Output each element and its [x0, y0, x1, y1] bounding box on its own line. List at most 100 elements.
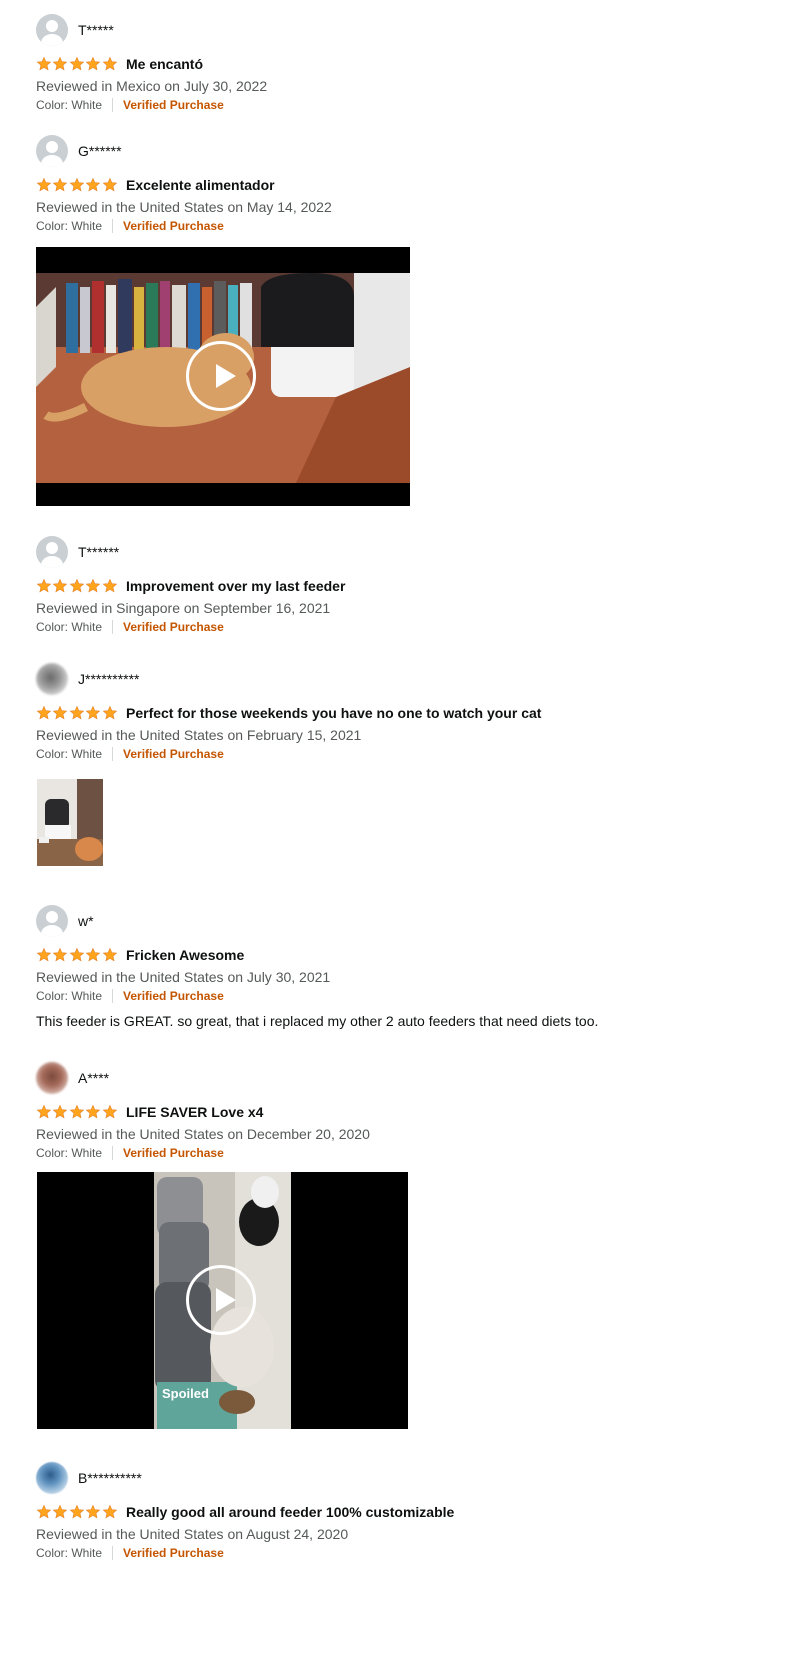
- review-date: Reviewed in the United States on Decembe…: [36, 1126, 370, 1142]
- star-icon: [36, 705, 52, 720]
- star-icon: [102, 1504, 117, 1519]
- divider: [112, 219, 114, 233]
- star-icon: [69, 705, 85, 720]
- review-body: This feeder is GREAT. so great, that i r…: [36, 1013, 599, 1029]
- verified-purchase-badge[interactable]: Verified Purchase: [123, 1546, 224, 1560]
- play-icon[interactable]: [186, 341, 256, 411]
- star-icon: [85, 578, 101, 593]
- verified-purchase-badge[interactable]: Verified Purchase: [123, 1146, 224, 1160]
- reviewer-name[interactable]: B**********: [78, 1470, 142, 1486]
- star-icon: [53, 947, 68, 962]
- star-icon: [102, 578, 117, 593]
- review-date: Reviewed in the United States on Februar…: [36, 727, 362, 743]
- star-icon: [69, 1104, 85, 1119]
- review-video-thumbnail[interactable]: [36, 247, 410, 506]
- star-icon: [36, 56, 52, 71]
- star-icon: [102, 947, 117, 962]
- star-icon: [85, 1104, 101, 1119]
- review-title[interactable]: LIFE SAVER Love x4: [126, 1104, 263, 1120]
- color-variant[interactable]: Color: White: [36, 620, 102, 634]
- video-caption: Spoiled: [162, 1386, 209, 1401]
- star-icon: [85, 56, 101, 71]
- play-icon[interactable]: [186, 1265, 256, 1335]
- review-date: Reviewed in the United States on August …: [36, 1526, 349, 1542]
- star-icon: [102, 56, 117, 71]
- color-variant[interactable]: Color: White: [36, 219, 102, 233]
- review-5: w* Fricken Awesome Reviewed in the Unite…: [36, 905, 776, 1029]
- divider: [112, 1146, 114, 1160]
- reviewer-name[interactable]: A****: [78, 1070, 109, 1086]
- color-variant[interactable]: Color: White: [36, 1146, 102, 1160]
- reviewer-name[interactable]: T*****: [78, 22, 114, 38]
- star-icon: [69, 56, 85, 71]
- star-icon: [36, 1504, 52, 1519]
- reviewer-name[interactable]: w*: [78, 913, 94, 929]
- star-icon: [36, 578, 52, 593]
- star-icon: [102, 705, 117, 720]
- avatar: [36, 905, 68, 937]
- review-6: A**** LIFE SAVER Love x4 Reviewed in the…: [36, 1062, 776, 1160]
- divider: [112, 989, 114, 1003]
- review-title[interactable]: Me encantó: [126, 56, 203, 72]
- verified-purchase-badge[interactable]: Verified Purchase: [123, 620, 224, 634]
- verified-purchase-badge[interactable]: Verified Purchase: [123, 98, 224, 112]
- review-title[interactable]: Perfect for those weekends you have no o…: [126, 705, 541, 721]
- star-icon: [85, 705, 101, 720]
- divider: [112, 98, 114, 112]
- star-icon: [53, 56, 68, 71]
- verified-purchase-badge[interactable]: Verified Purchase: [123, 219, 224, 233]
- star-rating[interactable]: [36, 705, 118, 721]
- star-icon: [102, 177, 117, 192]
- star-rating[interactable]: [36, 56, 118, 72]
- review-image: [37, 779, 103, 866]
- review-title[interactable]: Excelente alimentador: [126, 177, 275, 193]
- star-icon: [69, 177, 85, 192]
- star-icon: [53, 1504, 68, 1519]
- star-rating[interactable]: [36, 578, 118, 594]
- review-title[interactable]: Improvement over my last feeder: [126, 578, 345, 594]
- color-variant[interactable]: Color: White: [36, 747, 102, 761]
- star-icon: [69, 578, 85, 593]
- review-2: G****** Excelente alimentador Reviewed i…: [36, 135, 776, 233]
- review-date: Reviewed in Singapore on September 16, 2…: [36, 600, 331, 616]
- star-icon: [36, 947, 52, 962]
- divider: [112, 1546, 114, 1560]
- star-icon: [85, 947, 101, 962]
- avatar: [36, 135, 68, 167]
- review-date: Reviewed in the United States on July 30…: [36, 969, 331, 985]
- star-icon: [69, 947, 85, 962]
- avatar: [36, 536, 68, 568]
- review-4: J********** Perfect for those weekends y…: [36, 663, 776, 761]
- review-date: Reviewed in Mexico on July 30, 2022: [36, 78, 268, 94]
- star-icon: [36, 177, 52, 192]
- star-rating[interactable]: [36, 1504, 118, 1520]
- color-variant[interactable]: Color: White: [36, 989, 102, 1003]
- review-3: T****** Improvement over my last feeder …: [36, 536, 776, 634]
- review-7: B********** Really good all around feede…: [36, 1462, 776, 1560]
- star-rating[interactable]: [36, 177, 118, 193]
- review-title[interactable]: Fricken Awesome: [126, 947, 244, 963]
- divider: [112, 747, 114, 761]
- color-variant[interactable]: Color: White: [36, 1546, 102, 1560]
- reviewer-name[interactable]: T******: [78, 544, 119, 560]
- verified-purchase-badge[interactable]: Verified Purchase: [123, 747, 224, 761]
- avatar: [36, 1062, 68, 1094]
- star-rating[interactable]: [36, 947, 118, 963]
- review-video-thumbnail[interactable]: Spoiled: [37, 1172, 408, 1429]
- star-rating[interactable]: [36, 1104, 118, 1120]
- review-title[interactable]: Really good all around feeder 100% custo…: [126, 1504, 454, 1520]
- star-icon: [53, 1104, 68, 1119]
- star-icon: [85, 177, 101, 192]
- reviewer-name[interactable]: G******: [78, 143, 122, 159]
- reviewer-name[interactable]: J**********: [78, 671, 139, 687]
- star-icon: [36, 1104, 52, 1119]
- avatar: [36, 14, 68, 46]
- star-icon: [102, 1104, 117, 1119]
- color-variant[interactable]: Color: White: [36, 98, 102, 112]
- review-image-thumbnail[interactable]: [37, 779, 103, 866]
- verified-purchase-badge[interactable]: Verified Purchase: [123, 989, 224, 1003]
- review-1: T***** Me encantó Reviewed in Mexico on …: [36, 14, 776, 112]
- divider: [112, 620, 114, 634]
- avatar: [36, 663, 68, 695]
- star-icon: [69, 1504, 85, 1519]
